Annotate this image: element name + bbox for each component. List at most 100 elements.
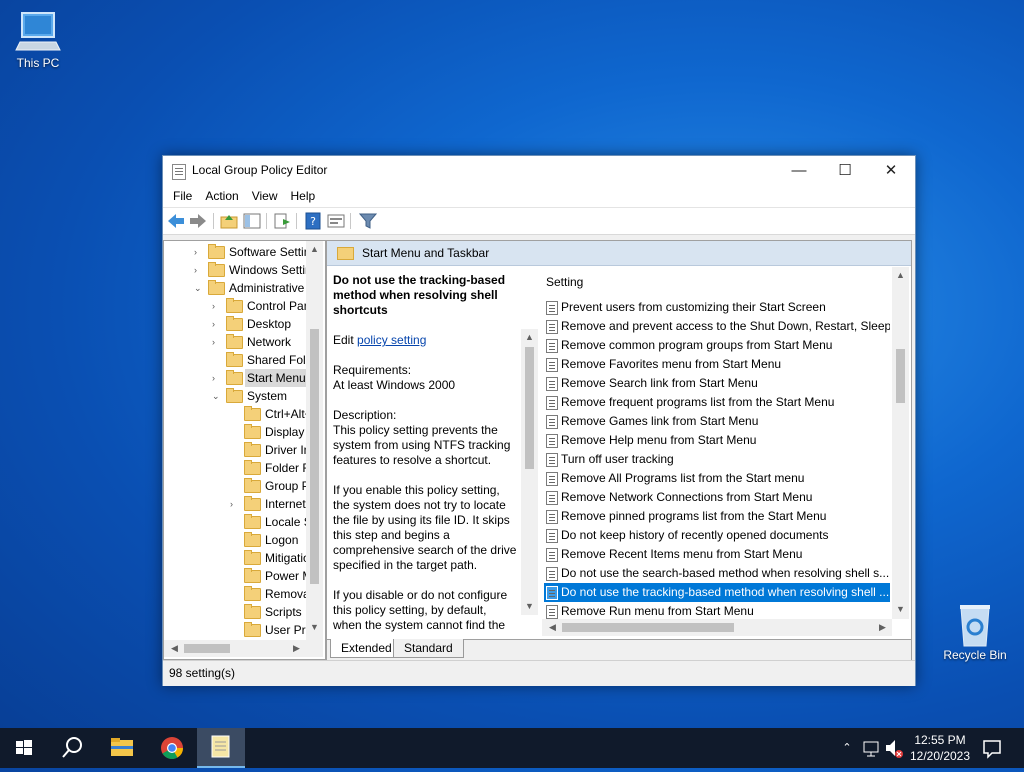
tree-item[interactable]: › Windows Settings [194,261,306,279]
title-bar[interactable]: Local Group Policy Editor — ☐ ✕ [163,156,915,185]
menu-help[interactable]: Help [286,189,321,203]
tree-expand-arrow-icon[interactable]: ⌄ [212,387,222,405]
taskbar-policy-editor-active[interactable] [197,728,245,768]
tree-item[interactable]: ⌄ System [212,387,306,405]
menu-file[interactable]: File [168,189,197,203]
scroll-up-icon[interactable]: ▲ [892,267,909,284]
tree-item[interactable]: › Control Panel [212,297,306,315]
setting-row[interactable]: Remove frequent programs list from the S… [544,393,890,412]
menu-action[interactable]: Action [200,189,243,203]
scroll-up-icon[interactable]: ▲ [521,329,538,346]
tree-item[interactable]: Folder Redirection [230,459,306,477]
setting-row[interactable]: Remove All Programs list from the Start … [544,469,890,488]
scroll-down-icon[interactable]: ▼ [521,598,538,615]
tree-item[interactable]: › Internet Communication Management [230,495,306,513]
network-icon[interactable] [862,728,882,768]
navigation-tree[interactable]: › Software Settings › Windows Settings ⌄ Admi… [163,240,326,660]
scroll-left-icon[interactable]: ◀ [544,619,561,636]
settings-hscroll-thumb[interactable] [562,623,734,632]
setting-row[interactable]: Remove Favorites menu from Start Menu [544,355,890,374]
setting-row[interactable]: Remove pinned programs list from the Sta… [544,507,890,526]
tree-expand-arrow-icon[interactable]: › [212,369,222,387]
back-icon[interactable] [167,212,185,230]
setting-row[interactable]: Remove common program groups from Start … [544,336,890,355]
tree-expand-arrow-icon[interactable]: › [212,297,222,315]
settings-horizontal-scrollbar[interactable]: ◀ ▶ [542,619,892,636]
tree-item[interactable]: Display [230,423,306,441]
setting-row[interactable]: Turn off user tracking [544,450,890,469]
setting-row[interactable]: Do not use the tracking-based method whe… [544,583,890,602]
tree-expand-arrow-icon[interactable]: ⌄ [194,279,204,297]
tree-scroll-thumb[interactable] [310,329,319,584]
minimize-button[interactable]: — [776,156,822,185]
file-explorer-icon[interactable] [98,728,146,768]
this-pc-desktop-icon[interactable]: This PC [6,10,70,70]
tree-expand-arrow-icon[interactable]: › [212,315,222,333]
tree-expand-arrow-icon[interactable]: › [194,261,204,279]
tree-item[interactable]: Group Policy [230,477,306,495]
recycle-bin-desktop-icon[interactable]: Recycle Bin [942,602,1008,662]
tree-horizontal-scrollbar[interactable]: ◀ ▶ [164,640,323,657]
export-list-icon[interactable] [273,212,291,230]
tree-item[interactable]: Scripts [230,603,306,621]
tree-hscroll-thumb[interactable] [184,644,230,653]
show-hide-tree-icon[interactable] [243,212,261,230]
scroll-right-icon[interactable]: ▶ [874,619,891,636]
help-icon[interactable]: ? [304,212,322,230]
clock[interactable]: 12:55 PM 12/20/2023 [908,728,972,772]
tree-item[interactable]: › Start Menu and Taskbar [212,369,306,387]
up-folder-icon[interactable] [220,212,238,230]
description-scrollbar[interactable]: ▲ ▼ [521,329,538,615]
settings-vertical-scrollbar[interactable]: ▲ ▼ [892,267,909,619]
forward-icon[interactable] [189,212,207,230]
scroll-right-icon[interactable]: ▶ [288,640,305,657]
tree-item[interactable]: › Desktop [212,315,306,333]
chevron-up-icon[interactable]: ⌃ [838,728,856,768]
settings-list[interactable]: Setting Prevent users from customizing t… [542,267,892,619]
tree-item[interactable]: › Software Settings [194,243,306,261]
tree-expand-arrow-icon[interactable]: › [230,495,240,513]
tree-item[interactable]: Driver Installation [230,441,306,459]
tab-extended[interactable]: Extended [330,639,403,658]
tree-item[interactable]: Power Management [230,567,306,585]
maximize-button[interactable]: ☐ [822,156,868,185]
properties-icon[interactable] [327,212,345,230]
setting-row[interactable]: Remove Run menu from Start Menu [544,602,890,619]
notifications-icon[interactable] [980,728,1004,768]
tree-item[interactable]: User Profiles [230,621,306,639]
tree-item[interactable]: Shared Folders [212,351,306,369]
scroll-up-icon[interactable]: ▲ [306,241,323,258]
filter-icon[interactable] [359,212,377,230]
tab-standard[interactable]: Standard [393,639,464,658]
setting-row[interactable]: Remove Games link from Start Menu [544,412,890,431]
search-icon[interactable] [48,728,96,768]
description-scroll-thumb[interactable] [525,347,534,469]
setting-row[interactable]: Remove Help menu from Start Menu [544,431,890,450]
tree-expand-arrow-icon[interactable]: › [212,333,222,351]
tree-item[interactable]: Locale Services [230,513,306,531]
scroll-left-icon[interactable]: ◀ [166,640,183,657]
close-button[interactable]: ✕ [868,156,914,185]
setting-row[interactable]: Do not keep history of recently opened d… [544,526,890,545]
volume-muted-icon[interactable] [884,728,906,768]
setting-row[interactable]: Remove Recent Items menu from Start Menu [544,545,890,564]
policy-setting-link[interactable]: policy setting [357,333,426,347]
setting-row[interactable]: Remove Search link from Start Menu [544,374,890,393]
tree-item[interactable]: › Network [212,333,306,351]
menu-view[interactable]: View [247,189,283,203]
setting-row[interactable]: Prevent users from customizing their Sta… [544,298,890,317]
tree-item[interactable]: Removable Storage Access [230,585,306,603]
setting-row[interactable]: Remove and prevent access to the Shut Do… [544,317,890,336]
start-windows-icon[interactable] [0,728,48,768]
setting-column-header[interactable]: Setting [546,275,583,289]
scroll-down-icon[interactable]: ▼ [306,619,323,636]
chrome-icon[interactable] [148,728,196,768]
tree-item[interactable]: Mitigation Options [230,549,306,567]
tree-item[interactable]: ⌄ Administrative Templates [194,279,306,297]
setting-row[interactable]: Remove Network Connections from Start Me… [544,488,890,507]
scroll-down-icon[interactable]: ▼ [892,601,909,618]
tree-item[interactable]: Logon [230,531,306,549]
tree-item[interactable]: Ctrl+Alt+Del Options [230,405,306,423]
tree-expand-arrow-icon[interactable]: › [194,243,204,261]
setting-row[interactable]: Do not use the search-based method when … [544,564,890,583]
